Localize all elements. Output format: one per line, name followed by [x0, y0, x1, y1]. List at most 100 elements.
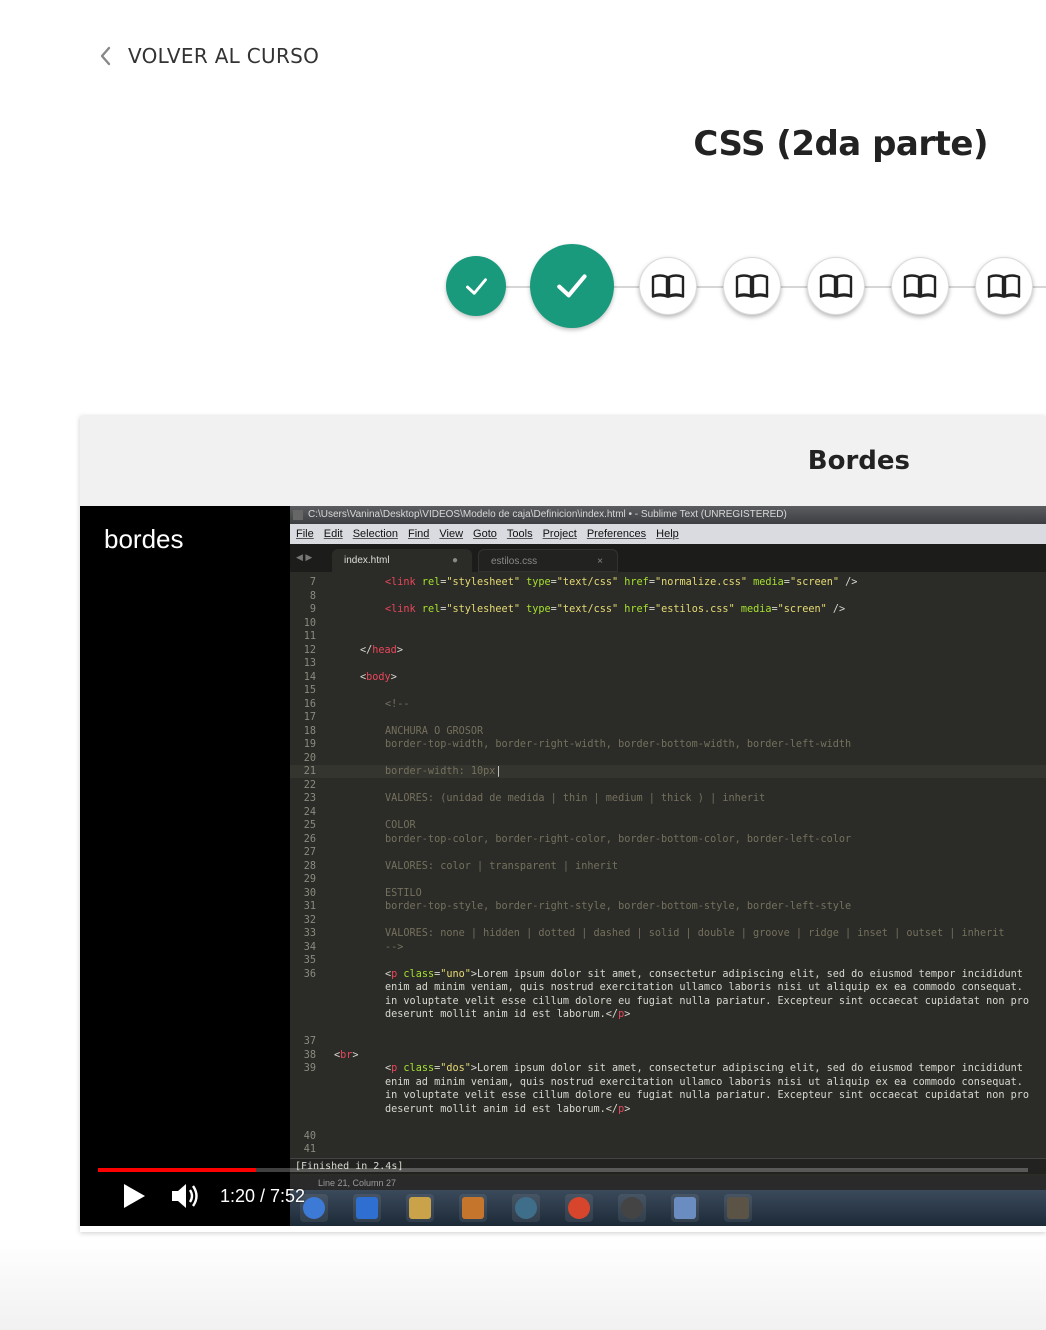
editor-menu-item: File	[296, 528, 314, 540]
check-icon	[553, 267, 591, 305]
line-number: 27	[303, 847, 316, 858]
tab-arrows-icon: ◀ ▶	[296, 552, 313, 562]
app-icon	[512, 1194, 540, 1222]
book-icon	[651, 273, 685, 299]
editor-menu-item: Help	[656, 528, 679, 540]
editor-menu-item: Project	[542, 528, 577, 540]
line-number: 41	[303, 1144, 316, 1155]
windows-taskbar	[290, 1190, 1046, 1226]
book-icon	[819, 273, 853, 299]
volume-button[interactable]	[170, 1179, 206, 1213]
code-line: 20	[290, 752, 1046, 765]
code-text: border-width: 10px|	[385, 766, 502, 777]
code-text: <!--	[385, 698, 410, 710]
line-number: 19	[303, 739, 316, 750]
code-line: 32	[290, 914, 1046, 927]
step-completed[interactable]	[446, 256, 506, 316]
check-icon	[463, 273, 490, 300]
step-lesson[interactable]	[891, 257, 949, 315]
step-lesson[interactable]	[723, 257, 781, 315]
editor-tab-estilos: estilos.css ×	[478, 549, 618, 572]
code-line: 30 ESTILO	[290, 887, 1046, 900]
code-line: 10	[290, 617, 1046, 630]
line-number: 40	[303, 1130, 316, 1142]
lesson-card: Bordes bordes C:\Users\Vanina\Desktop\VI…	[80, 416, 1046, 1232]
code-text: VALORES: none | hidden | dotted | dashed…	[385, 928, 1005, 939]
video-player[interactable]: bordes C:\Users\Vanina\Desktop\VIDEOS\Mo…	[80, 506, 1046, 1226]
line-number: 9	[309, 604, 316, 615]
line-number: 18	[303, 725, 316, 737]
code-text: enim ad minim veniam, quis nostrud exerc…	[385, 982, 1023, 993]
code-line: enim ad minim veniam, quis nostrud exerc…	[290, 1076, 1046, 1089]
code-line: 7 <link rel="stylesheet" type="text/css" …	[290, 576, 1046, 589]
line-number: 22	[303, 779, 316, 791]
step-lesson[interactable]	[975, 257, 1033, 315]
editor-menu-item: Selection	[352, 528, 398, 540]
video-progress-bar[interactable]	[98, 1168, 1028, 1172]
step-lesson[interactable]	[639, 257, 697, 315]
book-icon	[735, 273, 769, 299]
code-line: 23 VALORES: (unidad de medida | thin | me…	[290, 792, 1046, 805]
editor-statusbar: Line 21, Column 27	[290, 1176, 1046, 1190]
code-line: 17	[290, 711, 1046, 724]
line-number: 16	[303, 698, 316, 710]
code-text: -->	[385, 941, 404, 953]
line-number: 12	[303, 644, 316, 656]
code-text: <body>	[360, 671, 397, 683]
code-text: VALORES: (unidad de medida | thin | medi…	[385, 793, 766, 804]
line-number: 31	[303, 901, 316, 912]
editor-tab-label: estilos.css	[491, 556, 538, 567]
code-line: in voluptate velit esse cillum dolore eu…	[290, 1089, 1046, 1102]
code-line: 41	[290, 1143, 1046, 1156]
line-number: 8	[309, 590, 316, 602]
line-number: 17	[303, 712, 316, 723]
line-number: 35	[303, 955, 316, 966]
code-line: 37	[290, 1035, 1046, 1048]
code-text: </head>	[360, 644, 403, 656]
video-progress-played	[98, 1168, 257, 1172]
code-line: 22	[290, 779, 1046, 792]
code-line: 38 <br>	[290, 1049, 1046, 1062]
line-number: 38	[303, 1049, 316, 1061]
play-button[interactable]	[120, 1179, 148, 1213]
code-line: 29	[290, 873, 1046, 886]
editor-code: 7 <link rel="stylesheet" type="text/css" …	[290, 576, 1046, 1169]
code-text: border-top-width, border-right-width, bo…	[385, 739, 852, 750]
line-number: 32	[303, 914, 316, 926]
code-text: <link rel="stylesheet" type="text/css" h…	[385, 577, 858, 588]
code-line: deserunt mollit anim id est laborum.</p>	[290, 1103, 1046, 1116]
code-text: enim ad minim veniam, quis nostrud exerc…	[385, 1076, 1023, 1088]
step-lesson[interactable]	[807, 257, 865, 315]
back-to-course-link[interactable]: VOLVER AL CURSO	[98, 44, 319, 68]
file-explorer-icon	[406, 1194, 434, 1222]
line-number: 20	[303, 752, 316, 764]
line-number: 29	[303, 874, 316, 885]
code-line: 25 COLOR	[290, 819, 1046, 832]
code-line: deserunt mollit anim id est laborum.</p>	[290, 1008, 1046, 1021]
editor-menubar: File Edit Selection Find View Goto Tools Projec…	[290, 524, 1046, 544]
code-text: ANCHURA O GROSOR	[385, 725, 484, 737]
code-text: border-top-color, border-right-color, bo…	[385, 833, 852, 845]
code-line: 19 border-top-width, border-right-width, …	[290, 738, 1046, 751]
course-title: CSS (2da parte)	[693, 124, 988, 164]
code-line: 26 border-top-color, border-right-color, …	[290, 833, 1046, 846]
code-text: <p class="dos">Lorem ipsum dolor sit ame…	[385, 1063, 1023, 1074]
code-line: 18 ANCHURA O GROSOR	[290, 725, 1046, 738]
chevron-left-icon	[98, 44, 112, 68]
editor-tab-index: index.html ●	[332, 549, 472, 572]
tab-close-icon: ×	[597, 556, 603, 567]
code-text: <p class="uno">Lorem ipsum dolor sit ame…	[385, 968, 1023, 980]
back-to-course-label: VOLVER AL CURSO	[128, 44, 320, 68]
step-completed[interactable]	[530, 244, 614, 328]
editor-tabbar: ◀ ▶ index.html ● estilos.css ×	[290, 544, 1046, 572]
line-number: 34	[303, 941, 316, 953]
code-line: 14 <body>	[290, 671, 1046, 684]
play-icon	[124, 1184, 145, 1208]
code-line: 36 <p class="uno">Lorem ipsum dolor sit a…	[290, 968, 1046, 981]
line-number: 23	[303, 793, 316, 804]
line-number: 33	[303, 928, 316, 939]
code-text: border-top-style, border-right-style, bo…	[385, 901, 852, 912]
editor-window-title: C:\Users\Vanina\Desktop\VIDEOS\Modelo de…	[308, 509, 787, 520]
